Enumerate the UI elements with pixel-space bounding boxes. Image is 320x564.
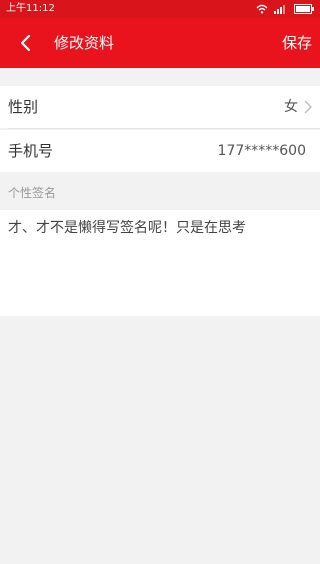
app-bar: 修改资料 保存 <box>0 18 320 68</box>
gender-value: 女 <box>284 99 298 115</box>
back-arrow-icon[interactable] <box>14 31 38 55</box>
signature-field[interactable]: 才、才不是懒得写签名呢！只是在思考 <box>0 210 320 316</box>
signature-section-header: 个性签名 <box>0 172 320 210</box>
signature-text: 才、才不是懒得写签名呢！只是在思考 <box>8 220 246 236</box>
chevron-right-icon <box>304 100 312 114</box>
phone-row[interactable]: 手机号 177*****600 <box>0 130 320 172</box>
signal-icon <box>274 5 285 14</box>
status-bar: 上午11:12 <box>0 0 320 18</box>
page-title: 修改资料 <box>54 34 115 52</box>
phone-value: 177*****600 <box>217 143 306 159</box>
status-icons <box>256 2 314 16</box>
signature-section-title: 个性签名 <box>8 186 57 200</box>
phone-label: 手机号 <box>8 142 54 160</box>
wifi-icon <box>256 4 268 14</box>
battery-icon <box>294 4 314 14</box>
status-time: 上午11:12 <box>6 3 55 14</box>
divider <box>8 128 320 129</box>
gender-row[interactable]: 性别 女 <box>0 86 320 128</box>
gender-label: 性别 <box>8 98 39 116</box>
save-button[interactable]: 保存 <box>282 18 312 68</box>
